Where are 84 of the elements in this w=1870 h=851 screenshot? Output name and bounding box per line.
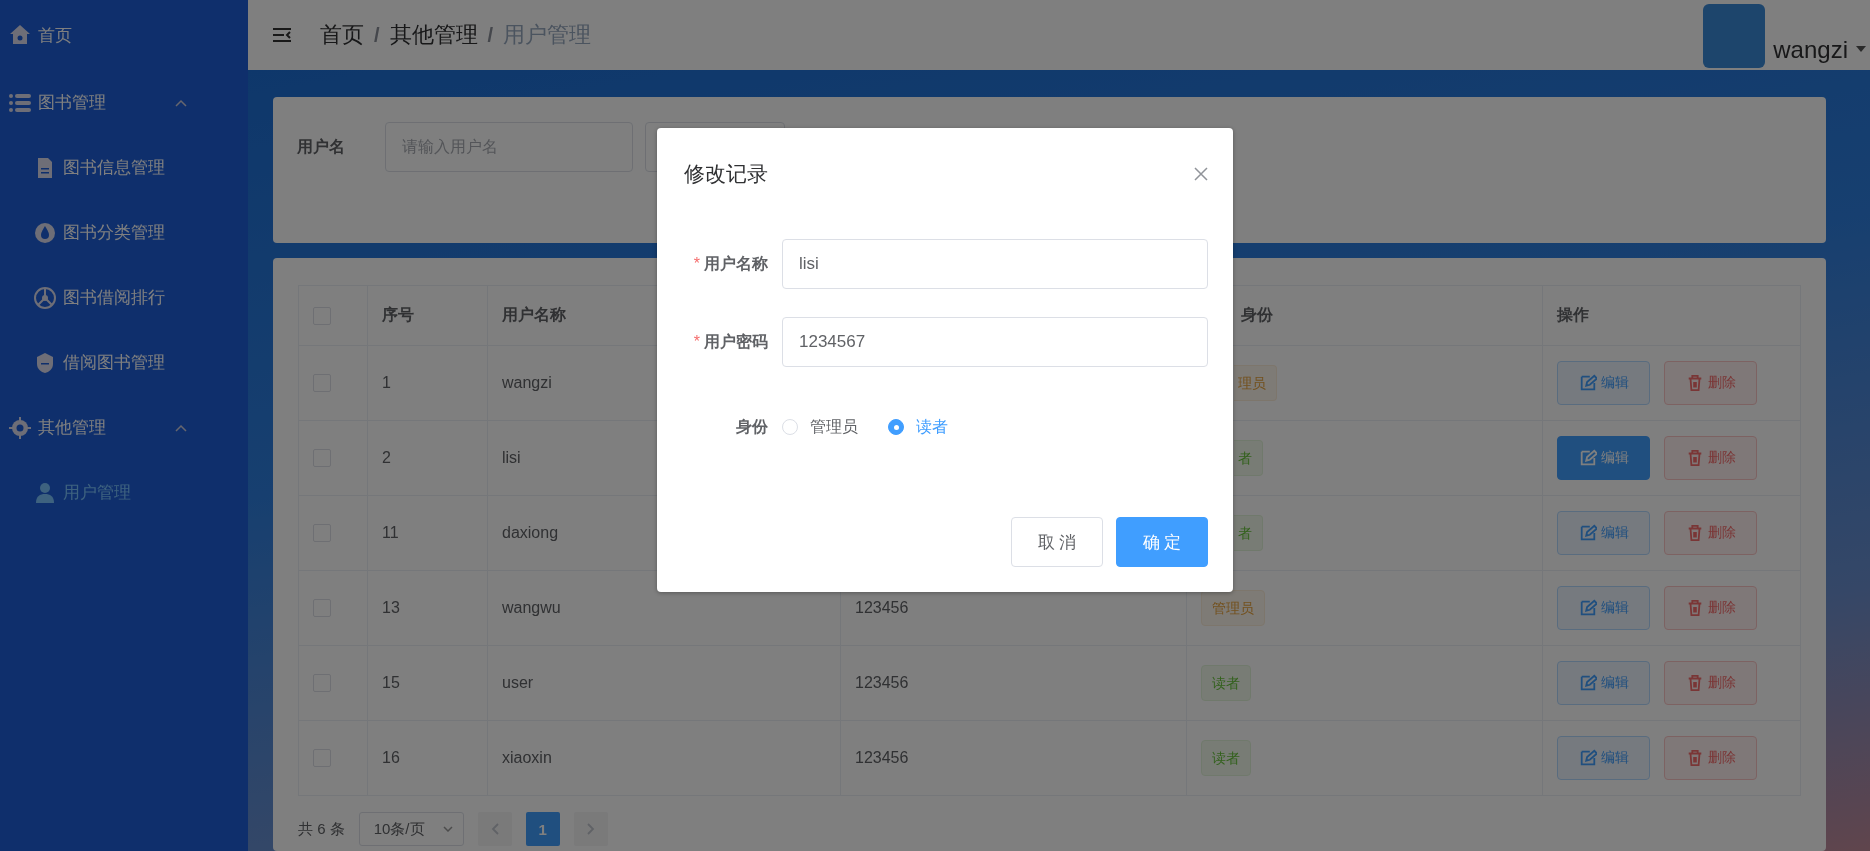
caret-icon[interactable] <box>1856 46 1866 52</box>
role-tag: 者 <box>1234 515 1263 551</box>
delete-button[interactable]: 删除 <box>1664 736 1757 780</box>
delete-button[interactable]: 删除 <box>1664 511 1757 555</box>
table-cell: daxiong <box>502 524 559 541</box>
edit-button[interactable]: 编辑 <box>1557 436 1650 480</box>
table-cell: 11 <box>382 524 399 541</box>
role-tag: 者 <box>1234 440 1263 476</box>
field-label: 身份 <box>735 416 768 437</box>
table-cell: lisi <box>502 449 521 466</box>
delete-button[interactable]: 删除 <box>1664 361 1757 405</box>
page-button[interactable]: 1 <box>525 812 560 846</box>
column-header: 操作 <box>1557 306 1589 323</box>
previous-page-button[interactable] <box>477 812 512 846</box>
breadcrumb-separator: / <box>374 23 380 47</box>
menu-item[interactable]: 其他管理 <box>0 395 248 460</box>
edit-button[interactable]: 编辑 <box>1557 736 1650 780</box>
table-cell: 123456 <box>855 749 909 766</box>
delete-button[interactable]: 删除 <box>1664 436 1757 480</box>
total-count: 共 6 条 <box>298 819 345 839</box>
submenu-item[interactable]: 图书分类管理 <box>0 200 248 265</box>
table-cell: 123456 <box>855 674 909 691</box>
drop-icon <box>33 220 57 245</box>
table-cell: xiaoxin <box>502 749 552 766</box>
edit-icon <box>1578 374 1597 392</box>
delete-button[interactable]: 删除 <box>1664 586 1757 630</box>
table-cell: wangzi <box>502 374 552 391</box>
menu-icon[interactable] <box>272 25 292 45</box>
table-cell: 13 <box>382 599 400 616</box>
field-label: * 用户名称 <box>692 253 768 274</box>
breadcrumb-link[interactable]: 首页 <box>320 20 364 50</box>
role-radio[interactable]: 管理员 <box>782 416 858 438</box>
search-label: 用户名 <box>297 137 346 157</box>
confirm-button[interactable]: 确 定 <box>1116 517 1208 567</box>
next-page-button[interactable] <box>573 812 608 846</box>
submenu-item[interactable]: 借阅图书管理 <box>0 330 248 395</box>
delete-button[interactable]: 删除 <box>1664 661 1757 705</box>
chevron-down-icon <box>442 826 453 832</box>
edit-icon <box>1578 449 1597 467</box>
role-tag: 理员 <box>1234 365 1277 401</box>
table-cell: 2 <box>382 449 391 466</box>
cancel-button[interactable]: 取 消 <box>1011 517 1103 567</box>
column-header: 序号 <box>382 306 414 323</box>
avatar[interactable] <box>1703 4 1766 68</box>
chevron-right-icon <box>586 823 595 835</box>
table-cell: 1 <box>382 374 391 391</box>
close-icon[interactable] <box>1194 167 1208 181</box>
input-field[interactable]: lisi <box>782 239 1208 289</box>
breadcrumb-link[interactable]: 其他管理 <box>389 20 478 50</box>
submenu-item[interactable]: 图书信息管理 <box>0 135 248 200</box>
role-tag: 管理员 <box>1201 590 1265 626</box>
chevron-left-icon <box>490 823 499 835</box>
table-cell: user <box>502 674 534 691</box>
column-header: 身份 <box>1241 306 1273 323</box>
home-icon <box>8 23 32 47</box>
submenu-item[interactable]: 图书借阅排行 <box>0 265 248 330</box>
table-cell: 123456 <box>855 599 909 616</box>
edit-icon <box>1578 524 1597 542</box>
user-icon <box>33 480 57 505</box>
radio-icon[interactable] <box>888 419 904 435</box>
column-header: 用户名称 <box>502 306 566 323</box>
edit-icon <box>1578 674 1597 692</box>
input-field[interactable]: 1234567 <box>782 317 1208 367</box>
page-size-select[interactable]: 10条/页 <box>358 812 464 846</box>
role-tag: 读者 <box>1201 665 1251 701</box>
edit-button[interactable]: 编辑 <box>1557 586 1650 630</box>
table-cell: 16 <box>382 749 400 766</box>
breadcrumb-separator: / <box>487 23 494 47</box>
field-label: * 用户密码 <box>692 331 768 352</box>
edit-icon <box>1578 749 1597 767</box>
wheel-icon <box>33 285 57 310</box>
edit-button[interactable]: 编辑 <box>1557 361 1650 405</box>
role-radio[interactable]: 读者 <box>888 416 948 438</box>
table-cell: 15 <box>382 674 400 691</box>
menu-item[interactable]: 首页 <box>0 0 248 70</box>
role-tag: 读者 <box>1201 740 1251 776</box>
edit-button[interactable]: 编辑 <box>1557 661 1650 705</box>
table-cell: wangwu <box>502 599 561 616</box>
edit-icon <box>1578 599 1597 617</box>
menu-item[interactable]: 图书管理 <box>0 70 248 135</box>
username[interactable]: wangzi <box>1773 36 1848 68</box>
edit-button[interactable]: 编辑 <box>1557 511 1650 555</box>
dialog-title: 修改记录 <box>683 161 768 187</box>
gear-icon <box>8 415 32 440</box>
